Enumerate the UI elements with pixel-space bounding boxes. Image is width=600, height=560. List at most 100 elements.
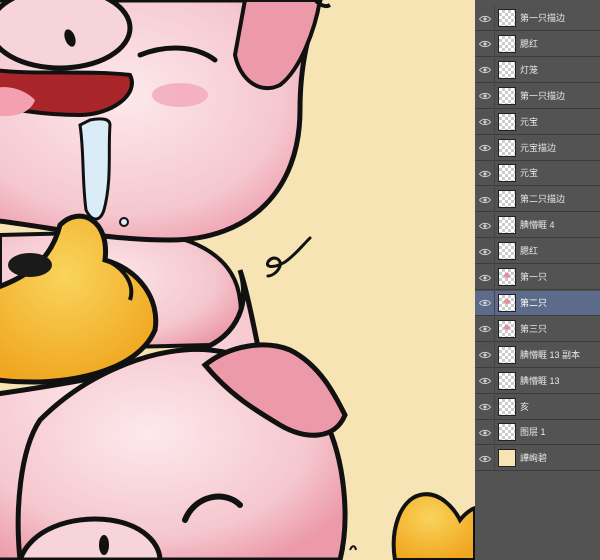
divider	[494, 187, 495, 213]
layer-thumbnail[interactable]	[498, 423, 516, 442]
eye-icon[interactable]	[477, 6, 493, 31]
eye-icon[interactable]	[477, 213, 493, 238]
layer-row[interactable]: 第二只	[475, 290, 600, 316]
layer-row[interactable]: 譁峋碧	[475, 446, 600, 472]
eye-icon[interactable]	[477, 369, 493, 394]
layer-thumbnail[interactable]	[498, 345, 516, 364]
top-pig-ear	[232, 0, 323, 91]
layers-panel: 第一只描边 腮红 灯笼 第一只描边 元宝 元宝描边 元宝 第二只描边 腆懵睚 4 腮红 第一只 第二只…	[475, 0, 600, 560]
layer-thumbnail[interactable]	[498, 164, 516, 183]
layer-thumbnail[interactable]	[498, 34, 516, 53]
divider	[494, 161, 495, 187]
eye-icon[interactable]	[477, 110, 493, 135]
divider	[494, 135, 495, 161]
layer-row[interactable]: 腆懵睚 4	[475, 213, 600, 239]
divider	[494, 394, 495, 420]
divider	[494, 239, 495, 265]
top-pig-blush	[152, 83, 208, 107]
layer-name: 第一只描边	[520, 90, 566, 101]
curly-tail	[266, 236, 312, 278]
eye-icon[interactable]	[477, 239, 493, 264]
divider	[494, 316, 495, 342]
divider	[494, 265, 495, 290]
layer-row[interactable]: 图层 1	[475, 420, 600, 446]
layer-row[interactable]: 腆懵睚 13 副本	[475, 342, 600, 368]
layer-thumbnail[interactable]	[498, 268, 516, 286]
layer-name: 第二只	[520, 297, 548, 308]
gold-ingot-right	[391, 492, 475, 560]
layer-row[interactable]: 腮红	[475, 239, 600, 265]
divider	[494, 368, 495, 394]
pig-thumbnail-mark	[504, 298, 510, 304]
divider	[494, 342, 495, 368]
drool	[78, 117, 112, 221]
layer-name: 亥	[520, 401, 530, 412]
layer-name: 元宝描边	[520, 142, 557, 153]
layer-thumbnail[interactable]	[498, 9, 516, 27]
layer-name: 图层 1	[520, 427, 546, 438]
layer-name: 腆懵睚 4	[520, 220, 555, 231]
layer-name: 灯笼	[520, 64, 539, 75]
layer-name: 腮红	[520, 246, 539, 257]
pig-illustration	[0, 0, 475, 560]
eye-icon[interactable]	[477, 136, 493, 161]
layer-row[interactable]: 第一只描边	[475, 6, 600, 31]
layer-thumbnail[interactable]	[498, 319, 516, 338]
layer-thumbnail[interactable]	[498, 60, 516, 79]
layer-thumbnail[interactable]	[498, 242, 516, 261]
layer-name: 第二只描边	[520, 194, 566, 205]
layer-row[interactable]: 元宝	[475, 161, 600, 187]
eye-icon[interactable]	[477, 58, 493, 83]
layer-name: 第一只	[520, 272, 548, 282]
layer-thumbnail[interactable]	[498, 397, 516, 416]
layer-name: 元宝	[520, 116, 539, 127]
layer-row[interactable]: 第一只	[475, 265, 600, 290]
layer-row[interactable]: 第二只描边	[475, 187, 600, 213]
divider	[494, 446, 495, 472]
divider	[494, 290, 495, 316]
layer-name: 第三只	[520, 323, 548, 334]
artwork-canvas[interactable]	[0, 0, 475, 560]
layer-row[interactable]: 灯笼	[475, 57, 600, 83]
layer-name: 元宝	[520, 168, 539, 179]
layer-thumbnail[interactable]	[498, 112, 516, 131]
layer-thumbnail[interactable]	[498, 86, 516, 105]
layer-thumbnail[interactable]	[498, 190, 516, 209]
layer-name: 腮红	[520, 38, 539, 49]
eye-icon[interactable]	[477, 343, 493, 368]
layer-name: 腆懵睚 13	[520, 375, 560, 386]
eye-icon[interactable]	[477, 265, 493, 290]
layer-name: 腆懵睚 13 副本	[520, 349, 581, 360]
layer-row[interactable]: 元宝描边	[475, 135, 600, 161]
eye-icon[interactable]	[477, 317, 493, 342]
pig-thumbnail-mark	[504, 273, 510, 278]
layer-thumbnail[interactable]	[498, 293, 516, 312]
layer-thumbnail[interactable]	[498, 449, 516, 468]
layer-row[interactable]: 第三只	[475, 316, 600, 342]
divider	[494, 420, 495, 446]
layer-row[interactable]: 腮红	[475, 31, 600, 57]
divider	[494, 57, 495, 83]
layer-thumbnail[interactable]	[498, 138, 516, 157]
divider	[494, 83, 495, 109]
eye-icon[interactable]	[477, 420, 493, 445]
layer-thumbnail[interactable]	[498, 371, 516, 390]
layer-row[interactable]: 腆懵睚 13	[475, 368, 600, 394]
layer-row[interactable]: 第一只描边	[475, 83, 600, 109]
layer-row[interactable]: 亥	[475, 394, 600, 420]
divider	[494, 213, 495, 239]
eye-icon[interactable]	[477, 84, 493, 109]
eye-icon[interactable]	[477, 187, 493, 212]
eye-icon[interactable]	[477, 395, 493, 420]
layer-thumbnail[interactable]	[498, 216, 516, 235]
eye-icon[interactable]	[477, 32, 493, 57]
layer-name: 第一只描边	[520, 13, 566, 23]
layer-row[interactable]: 元宝	[475, 109, 600, 135]
divider	[494, 6, 495, 31]
eye-icon[interactable]	[477, 291, 493, 316]
divider	[494, 31, 495, 57]
layer-name: 譁峋碧	[520, 453, 548, 464]
divider	[494, 109, 495, 135]
eye-icon[interactable]	[477, 161, 493, 186]
eye-icon[interactable]	[477, 446, 493, 471]
